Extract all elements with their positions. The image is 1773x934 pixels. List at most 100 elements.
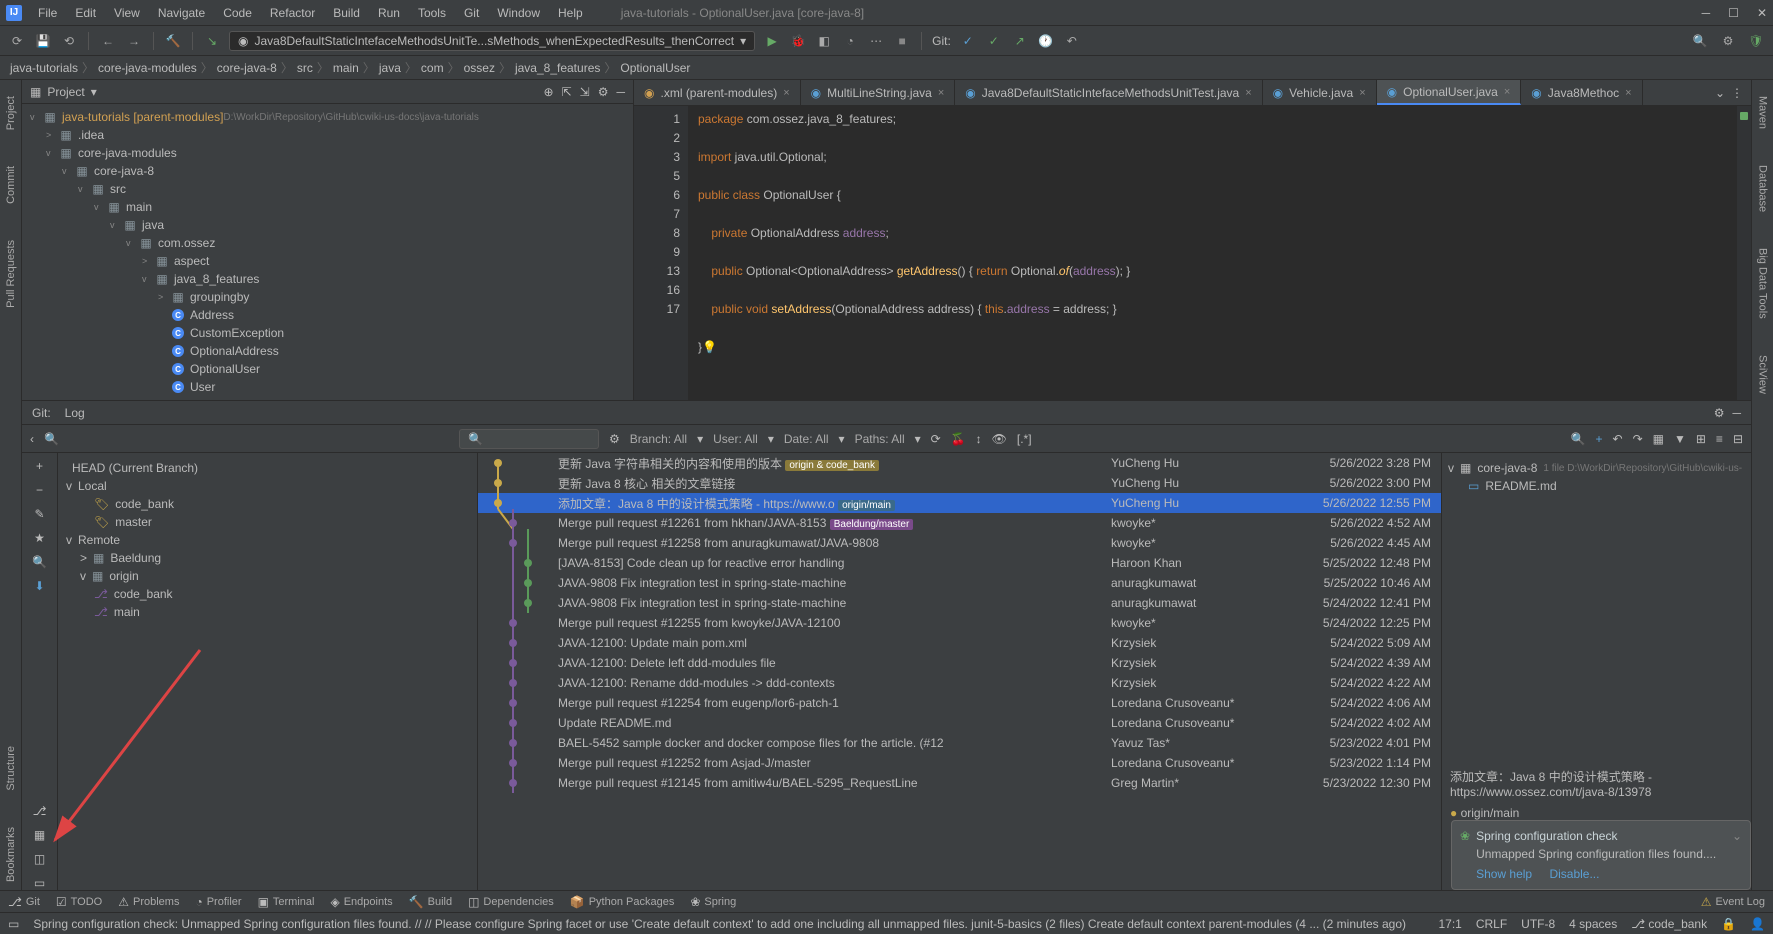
- breadcrumb-item[interactable]: main: [333, 61, 359, 75]
- close-icon[interactable]: ×: [1504, 86, 1510, 98]
- editor-tab[interactable]: ◉MultiLineString.java×: [801, 80, 956, 105]
- add-icon[interactable]: +: [36, 459, 43, 473]
- regex-icon[interactable]: [.*]: [1017, 432, 1032, 446]
- search-icon[interactable]: 🔍: [1571, 432, 1586, 446]
- stash-icon[interactable]: ▭: [34, 876, 45, 890]
- redo-icon[interactable]: ↷: [1633, 432, 1643, 446]
- settings-icon[interactable]: ⚙: [1719, 32, 1737, 50]
- status-icon[interactable]: ▭: [8, 917, 19, 931]
- arrow-icon[interactable]: ↘: [203, 32, 221, 50]
- refresh-icon[interactable]: ⟳: [931, 432, 941, 446]
- bottom-tab-git[interactable]: ⎇ Git: [8, 895, 40, 909]
- inspector-icon[interactable]: 👤: [1750, 917, 1765, 931]
- commit-row[interactable]: 添加文章：Java 8 中的设计模式策略 - https://www.o ori…: [478, 493, 1441, 513]
- breadcrumb-item[interactable]: OptionalUser: [620, 61, 690, 75]
- target-icon[interactable]: ⊕: [544, 85, 554, 99]
- undo-icon[interactable]: ↶: [1613, 432, 1623, 446]
- cherry-pick-icon[interactable]: 🍒: [951, 432, 966, 446]
- tree-row[interactable]: v▦core-java-8: [22, 162, 633, 180]
- breadcrumb-item[interactable]: core-java-8: [217, 61, 277, 75]
- breadcrumb-item[interactable]: java-tutorials: [10, 61, 78, 75]
- eye-icon[interactable]: 👁: [992, 432, 1007, 446]
- changed-file[interactable]: ▭ README.md: [1448, 477, 1745, 495]
- minimize-icon[interactable]: ─: [1702, 6, 1711, 20]
- expand-icon[interactable]: ⇲: [580, 85, 590, 99]
- tree-row[interactable]: CUser: [22, 378, 633, 396]
- commit-row[interactable]: Merge pull request #12255 from kwoyke/JA…: [478, 613, 1441, 633]
- details-folder[interactable]: v▦ core-java-8 1 file D:\WorkDir\Reposit…: [1448, 459, 1745, 477]
- encoding[interactable]: UTF-8: [1521, 917, 1555, 931]
- remote-branch[interactable]: ⎇ code_bank: [66, 585, 469, 603]
- gear-icon[interactable]: ⚙: [609, 432, 620, 446]
- commit-row[interactable]: 更新 Java 8 核心 相关的文章链接 YuCheng Hu5/26/2022…: [478, 473, 1441, 493]
- hammer-icon[interactable]: 🔨: [164, 32, 182, 50]
- commit-row[interactable]: Merge pull request #12254 from eugenp/lo…: [478, 693, 1441, 713]
- commit-row[interactable]: JAVA-9808 Fix integration test in spring…: [478, 593, 1441, 613]
- run-configuration-dropdown[interactable]: ◉ Java8DefaultStaticIntefaceMethodsUnitT…: [229, 31, 755, 51]
- sciview-tab[interactable]: SciView: [1755, 347, 1771, 402]
- commit-row[interactable]: JAVA-12100: Rename ddd-modules -> ddd-co…: [478, 673, 1441, 693]
- commit-row[interactable]: Merge pull request #12145 from amitiw4u/…: [478, 773, 1441, 793]
- tree-row[interactable]: CCustomException: [22, 324, 633, 342]
- hide-icon[interactable]: ─: [1732, 406, 1741, 420]
- commit-row[interactable]: Merge pull request #12258 from anuragkum…: [478, 533, 1441, 553]
- menu-view[interactable]: View: [106, 3, 148, 23]
- rollback-icon[interactable]: ↶: [1063, 32, 1081, 50]
- breadcrumb-item[interactable]: src: [297, 61, 313, 75]
- commit-row[interactable]: JAVA-12100: Delete left ddd-modules file…: [478, 653, 1441, 673]
- git-tab[interactable]: Git:: [32, 406, 51, 420]
- bottom-tab-endpoints[interactable]: ◈ Endpoints: [330, 895, 392, 909]
- commit-row[interactable]: BAEL-5452 sample docker and docker compo…: [478, 733, 1441, 753]
- hide-icon[interactable]: ─: [616, 85, 625, 99]
- chevron-down-icon[interactable]: ⌄: [1732, 829, 1742, 881]
- caret-position[interactable]: 17:1: [1438, 917, 1461, 931]
- update-icon[interactable]: ✓: [959, 32, 977, 50]
- pull-requests-tab[interactable]: Pull Requests: [3, 232, 19, 316]
- list-icon[interactable]: ≡: [1716, 432, 1723, 446]
- remote-branch[interactable]: ⎇ main: [66, 603, 469, 621]
- close-icon[interactable]: ×: [783, 87, 789, 99]
- shield-icon[interactable]: 🛡: [1747, 32, 1765, 50]
- bottom-tab-terminal[interactable]: ▣ Terminal: [258, 895, 315, 909]
- commit-search-input[interactable]: [459, 429, 599, 449]
- close-icon[interactable]: ×: [938, 87, 944, 99]
- menu-build[interactable]: Build: [325, 3, 368, 23]
- database-tab[interactable]: Database: [1755, 157, 1771, 220]
- close-icon[interactable]: ×: [1245, 87, 1251, 99]
- menu-git[interactable]: Git: [456, 3, 487, 23]
- local-group[interactable]: v Local: [66, 477, 469, 495]
- tree-row[interactable]: v▦core-java-modules: [22, 144, 633, 162]
- push-icon[interactable]: ↗: [1011, 32, 1029, 50]
- editor-tab[interactable]: ◉Java8DefaultStaticIntefaceMethodsUnitTe…: [955, 80, 1262, 105]
- code-editor[interactable]: 12356789131617 package com.ossez.java_8_…: [634, 106, 1751, 400]
- bottom-tab-build[interactable]: 🔨 Build: [409, 895, 452, 909]
- breadcrumb-item[interactable]: java: [379, 61, 401, 75]
- minus-icon[interactable]: −: [36, 483, 43, 497]
- profile-icon[interactable]: ◔: [841, 32, 859, 50]
- head-branch[interactable]: HEAD (Current Branch): [66, 459, 469, 477]
- close-icon[interactable]: ×: [1625, 87, 1631, 99]
- breadcrumb-item[interactable]: core-java-modules: [98, 61, 197, 75]
- chevron-down-icon[interactable]: ⌄: [1715, 86, 1725, 100]
- sort-icon[interactable]: ↕: [976, 432, 982, 446]
- star-icon[interactable]: ★: [34, 531, 45, 545]
- breadcrumb-item[interactable]: com: [421, 61, 444, 75]
- disable-link[interactable]: Disable...: [1549, 867, 1599, 881]
- menu-run[interactable]: Run: [370, 3, 408, 23]
- git-branch-status[interactable]: ⎇ code_bank: [1631, 917, 1707, 931]
- user-filter[interactable]: User: All: [713, 432, 758, 446]
- tree-row[interactable]: >▦groupingby: [22, 288, 633, 306]
- forward-icon[interactable]: →: [125, 32, 143, 50]
- search-icon[interactable]: 🔍: [44, 432, 59, 446]
- commit-row[interactable]: Merge pull request #12252 from Asjad-J/m…: [478, 753, 1441, 773]
- remote[interactable]: v ▦ origin: [66, 567, 469, 585]
- remote[interactable]: > ▦ Baeldung: [66, 549, 469, 567]
- search-icon[interactable]: 🔍: [1691, 32, 1709, 50]
- tree-row[interactable]: COptionalAddress: [22, 342, 633, 360]
- editor-tab[interactable]: ◉OptionalUser.java×: [1377, 80, 1522, 105]
- more-icon[interactable]: ⋮: [1731, 86, 1743, 100]
- pencil-icon[interactable]: ✎: [34, 507, 44, 521]
- local-branch[interactable]: 🏷 master: [66, 513, 469, 531]
- tree-row[interactable]: v▦java: [22, 216, 633, 234]
- attach-icon[interactable]: ⋯: [867, 32, 885, 50]
